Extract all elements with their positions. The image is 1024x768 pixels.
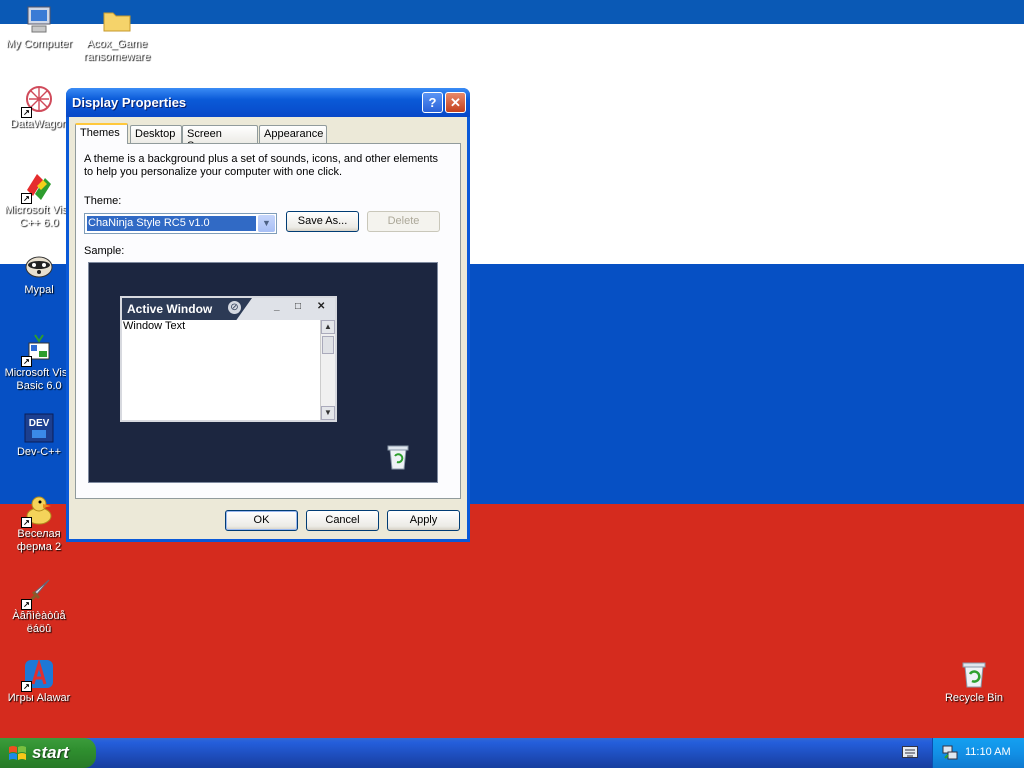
desktop-icon-alawar[interactable]: ↗ Игры Alawar: [1, 658, 77, 705]
apply-button[interactable]: Apply: [387, 510, 460, 531]
sample-window-title: Active Window: [127, 302, 213, 316]
alawar-icon: ↗: [21, 658, 55, 692]
shortcut-arrow-icon: ↗: [21, 681, 32, 692]
desktop-icon-recycle-bin[interactable]: Recycle Bin: [936, 658, 1012, 705]
save-as-button[interactable]: Save As...: [286, 211, 359, 232]
folder-icon: [101, 4, 133, 36]
sample-label: Sample:: [84, 245, 125, 257]
close-button[interactable]: ✕: [445, 92, 466, 113]
desktop-icon-label: Игры Alawar: [7, 692, 71, 704]
start-button[interactable]: start: [0, 738, 96, 768]
sample-minimize-icon: _: [274, 301, 280, 312]
ok-button[interactable]: OK: [225, 510, 298, 531]
display-properties-window: Display Properties ? ✕ Themes Desktop Sc…: [66, 88, 470, 542]
visual-cpp-icon: ↗: [21, 170, 55, 204]
raccoon-icon: [23, 250, 55, 282]
network-icon[interactable]: [941, 744, 959, 762]
desktop-icon-label: Àâñìèàòûå ëáöû: [12, 610, 66, 635]
scroll-up-icon: ▲: [321, 320, 335, 334]
sample-window-titlebar: Active Window ⊘ _ □ ✕: [122, 298, 335, 320]
tab-screen-saver[interactable]: Screen Saver: [182, 125, 258, 152]
computer-icon: [23, 4, 55, 36]
sample-caption-icon: ⊘: [228, 301, 241, 314]
scroll-down-icon: ▼: [321, 406, 335, 420]
desktop-icon-my-computer[interactable]: My Computer: [1, 4, 77, 51]
svg-text:DEV: DEV: [29, 418, 50, 429]
taskbar: start 11:10 AM: [0, 738, 1024, 768]
desktop-icon-label: My Computer: [5, 38, 73, 50]
shortcut-arrow-icon: ↗: [21, 107, 32, 118]
start-label: start: [32, 743, 69, 762]
desktop-icon-label: Acox_Game ransomeware: [83, 38, 151, 63]
theme-dropdown[interactable]: ChaNinja Style RC5 v1.0 ▼: [84, 213, 277, 234]
help-button[interactable]: ?: [422, 92, 443, 113]
visual-basic-icon: ↗: [21, 333, 55, 367]
system-tray: 11:10 AM: [932, 738, 1024, 768]
sample-close-icon: ✕: [317, 301, 326, 312]
shortcut-arrow-icon: ↗: [21, 599, 32, 610]
theme-description: A theme is a background plus a set of so…: [84, 153, 439, 178]
sample-maximize-icon: □: [295, 301, 302, 312]
shortcut-arrow-icon: ↗: [21, 517, 32, 528]
theme-dropdown-value: ChaNinja Style RC5 v1.0: [87, 216, 256, 231]
desktop-icon-acox-game[interactable]: Acox_Game ransomeware: [79, 4, 155, 64]
tab-desktop[interactable]: Desktop: [130, 125, 182, 143]
window-titlebar[interactable]: Display Properties ? ✕: [66, 88, 470, 117]
windows-flag-icon: [9, 746, 26, 760]
window-title: Display Properties: [72, 95, 187, 110]
clock[interactable]: 11:10 AM: [965, 746, 1011, 758]
theme-label: Theme:: [84, 195, 122, 207]
cancel-button[interactable]: Cancel: [306, 510, 379, 531]
delete-button[interactable]: Delete: [367, 211, 440, 232]
dev-cpp-icon: DEV: [23, 412, 55, 444]
sword-icon: ↗: [21, 576, 55, 610]
desktop-icon-garbled[interactable]: ↗ Àâñìèàòûå ëáöû: [1, 576, 77, 636]
shortcut-arrow-icon: ↗: [21, 356, 32, 367]
tab-appearance[interactable]: Appearance: [259, 125, 327, 143]
recycle-bin-icon: [958, 658, 990, 690]
sample-recycle-bin-icon: [387, 445, 409, 470]
duck-icon: ↗: [21, 494, 55, 528]
window-client-area: Themes Desktop Screen Saver Appearance A…: [69, 117, 467, 539]
sample-window-text: Window Text: [123, 320, 186, 332]
chevron-down-icon[interactable]: ▼: [258, 215, 275, 232]
shortcut-arrow-icon: ↗: [21, 193, 32, 204]
sample-window: Active Window ⊘ _ □ ✕ Window Text ▲ ▼: [120, 296, 337, 422]
theme-sample-preview: Active Window ⊘ _ □ ✕ Window Text ▲ ▼: [88, 262, 438, 483]
desktop-icon-label: Recycle Bin: [944, 692, 1004, 704]
sample-scrollbar: ▲ ▼: [320, 320, 335, 420]
keyboard-icon[interactable]: [902, 746, 918, 758]
scroll-thumb: [322, 336, 334, 354]
datawagon-icon: ↗: [21, 84, 55, 118]
tab-themes[interactable]: Themes: [75, 123, 128, 144]
